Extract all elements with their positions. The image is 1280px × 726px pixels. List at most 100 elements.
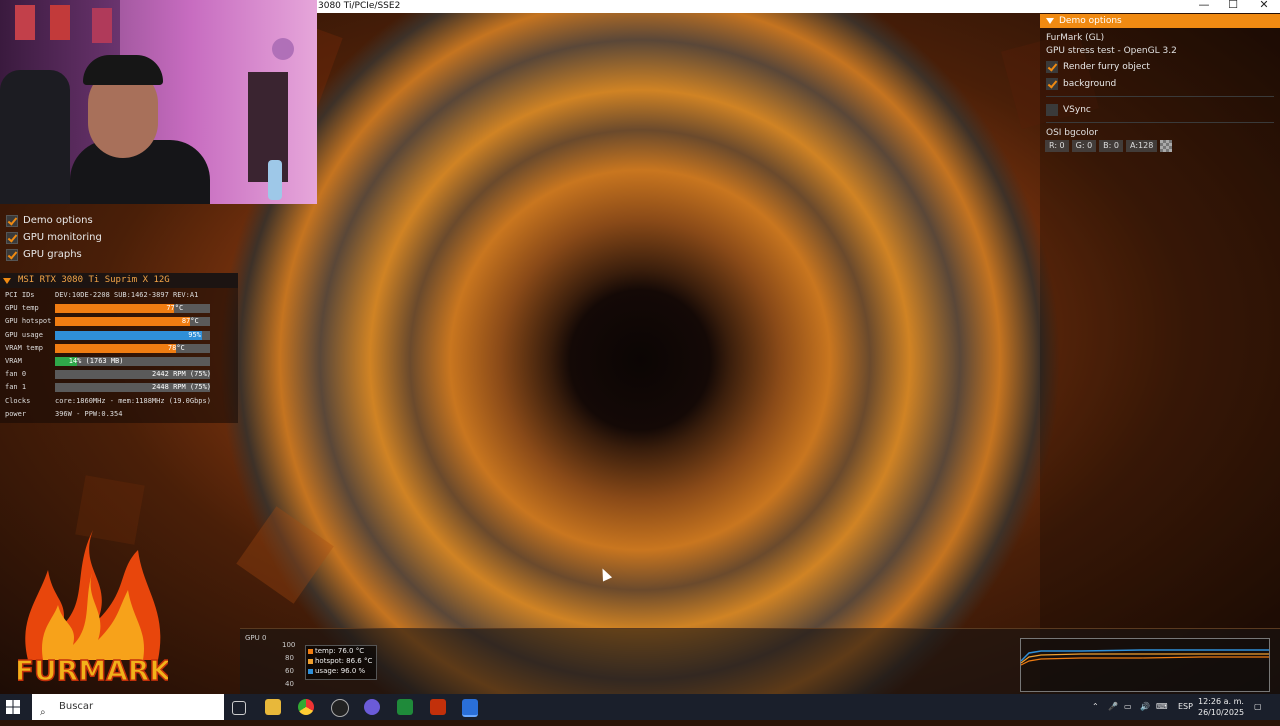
metric-value: 77°C xyxy=(166,304,184,313)
webcam-overlay xyxy=(0,0,317,204)
osi-bgcolor-label: OSI bgcolor xyxy=(1046,128,1098,138)
render-furry-object-toggle[interactable]: Render furry object xyxy=(1040,58,1280,75)
chevron-up-icon[interactable]: ⌃ xyxy=(1092,694,1099,720)
metric-label: GPU hotspot xyxy=(5,317,52,326)
metric-label: GPU temp xyxy=(5,304,39,313)
checkbox-icon[interactable] xyxy=(1046,60,1058,73)
network-icon[interactable]: ▭ xyxy=(1124,694,1132,720)
color-swatch[interactable] xyxy=(1160,140,1173,152)
gpu-metric-row: VRAM temp 78°C xyxy=(0,343,238,354)
collapse-triangle-icon xyxy=(1046,18,1054,24)
checkbox-icon[interactable] xyxy=(6,231,18,244)
vsync-label: VSync xyxy=(1063,104,1091,115)
close-button[interactable]: ✕ xyxy=(1252,0,1276,11)
xbox-icon[interactable] xyxy=(397,699,413,715)
gpu-metric-row: fan 1 2448 RPM (75%) xyxy=(0,382,238,393)
app-subtitle: GPU stress test - OpenGL 3.2 xyxy=(1046,46,1177,56)
checkbox-icon[interactable] xyxy=(6,248,18,261)
gpu-mini-graph xyxy=(1020,638,1270,692)
osi-bgcolor-fields: R: 0 G: 0 B: 0 A:128 xyxy=(1040,140,1280,152)
legend-temp: temp: 76.0 °C xyxy=(306,647,376,656)
demo-options-label: Demo options xyxy=(23,215,93,226)
maximize-button[interactable]: ☐ xyxy=(1221,0,1245,11)
active-window-icon[interactable] xyxy=(462,699,478,717)
gpu-graphs-label: GPU graphs xyxy=(23,249,82,260)
file-explorer-icon[interactable] xyxy=(265,699,281,715)
metric-bar xyxy=(55,304,210,314)
demo-options-header[interactable]: Demo options xyxy=(1040,14,1280,28)
metric-value: 2448 RPM (75%) xyxy=(152,383,212,392)
gpu-metric-row: VRAM 14% (1763 MB) xyxy=(0,356,238,367)
search-icon: ⌕ xyxy=(40,707,46,718)
metric-value: 87°C xyxy=(181,317,199,326)
metric-text: core:1860MHz - mem:1188MHz (19.0Gbps) xyxy=(55,396,211,405)
metric-label: fan 1 xyxy=(5,383,27,392)
demo-options-panel: Demo options FurMark (GL) GPU stress tes… xyxy=(1040,14,1280,694)
g-field[interactable]: G: 0 xyxy=(1071,140,1097,152)
notification-icon[interactable]: ▢ xyxy=(1254,694,1262,720)
metric-bar xyxy=(55,343,210,353)
demo-options-header-label: Demo options xyxy=(1059,16,1122,26)
metric-label: power xyxy=(5,409,27,418)
vsync-toggle[interactable]: VSync xyxy=(1040,101,1280,118)
metric-value: 78°C xyxy=(167,343,185,352)
gpu-metric-row: GPU hotspot 87°C xyxy=(0,316,238,327)
metric-bar-fill xyxy=(55,317,190,327)
furmark-logo: FURMARK xyxy=(18,530,168,688)
metric-label: fan 0 xyxy=(5,370,27,379)
a-field[interactable]: A:128 xyxy=(1126,140,1158,152)
checkbox-icon[interactable] xyxy=(1046,77,1058,90)
windows-start-icon[interactable] xyxy=(5,699,21,715)
metric-label: GPU usage xyxy=(5,330,43,339)
minimize-button[interactable]: — xyxy=(1192,0,1216,11)
gpu-monitoring-label: GPU monitoring xyxy=(23,232,102,243)
tick-label: 40 xyxy=(285,680,294,688)
temp-line xyxy=(1021,656,1269,666)
gpu-metric-row: Clocks core:1860MHz - mem:1188MHz (19.0Gb… xyxy=(0,396,238,407)
language-indicator[interactable]: ESP xyxy=(1178,694,1193,720)
taskbar-search[interactable]: ⌕ Buscar xyxy=(32,694,224,720)
tick-label: 60 xyxy=(285,667,294,675)
render-furry-object-label: Render furry object xyxy=(1063,61,1150,72)
legend-usage: usage: 96.0 % xyxy=(306,667,376,676)
search-placeholder: Buscar xyxy=(59,701,94,712)
checkbox-icon[interactable] xyxy=(6,214,18,227)
microphone-icon[interactable]: 🎤 xyxy=(1108,694,1118,720)
collapse-triangle-icon xyxy=(3,278,11,284)
gpu-metric-row: GPU usage 95% xyxy=(0,330,238,341)
task-view-icon[interactable] xyxy=(232,701,246,715)
gpu-panel-header[interactable]: MSI RTX 3080 Ti Suprim X 12G xyxy=(0,273,238,288)
tick-label: 100 xyxy=(282,641,296,649)
metric-bar xyxy=(55,330,210,340)
title-bar: 3080 Ti/PCIe/SSE2 — ☐ ✕ xyxy=(317,0,1280,13)
left-options-menu: Demo options GPU monitoring GPU graphs xyxy=(0,212,240,263)
gpu-metric-row: GPU temp 77°C xyxy=(0,303,238,314)
furmark-taskbar-icon[interactable] xyxy=(430,699,446,715)
app-name: FurMark (GL) xyxy=(1046,33,1105,43)
chrome-icon[interactable] xyxy=(298,699,314,715)
background-toggle[interactable]: background xyxy=(1040,75,1280,92)
metric-bar-fill xyxy=(55,343,176,353)
metric-value: 2442 RPM (75%) xyxy=(152,370,212,379)
clock[interactable]: 12:26 a. m. 26/10/2025 xyxy=(1198,696,1244,718)
window-title: 3080 Ti/PCIe/SSE2 xyxy=(318,1,401,11)
b-field[interactable]: B: 0 xyxy=(1099,140,1123,152)
metric-bar-fill xyxy=(55,330,203,340)
discord-icon[interactable] xyxy=(364,699,380,715)
volume-icon[interactable]: 🔊 xyxy=(1140,694,1150,720)
checkbox-icon[interactable] xyxy=(1046,103,1058,116)
metric-label: VRAM temp xyxy=(5,343,43,352)
metric-bar-fill xyxy=(55,304,175,314)
metric-value: 14% (1763 MB) xyxy=(68,357,124,365)
metric-label: Clocks xyxy=(5,396,31,405)
graph-legend: temp: 76.0 °C hotspot: 86.6 °C usage: 96… xyxy=(305,645,377,680)
gpu-graphs-toggle[interactable]: GPU graphs xyxy=(0,246,240,263)
gpu-monitoring-toggle[interactable]: GPU monitoring xyxy=(0,229,240,246)
obs-icon[interactable] xyxy=(331,699,349,717)
gpu-metric-row: fan 0 2442 RPM (75%) xyxy=(0,369,238,380)
divider xyxy=(1046,122,1274,123)
r-field[interactable]: R: 0 xyxy=(1045,140,1069,152)
keyboard-icon[interactable]: ⌨ xyxy=(1156,694,1168,720)
metric-value: 95% xyxy=(188,330,201,339)
demo-options-toggle[interactable]: Demo options xyxy=(0,212,240,229)
